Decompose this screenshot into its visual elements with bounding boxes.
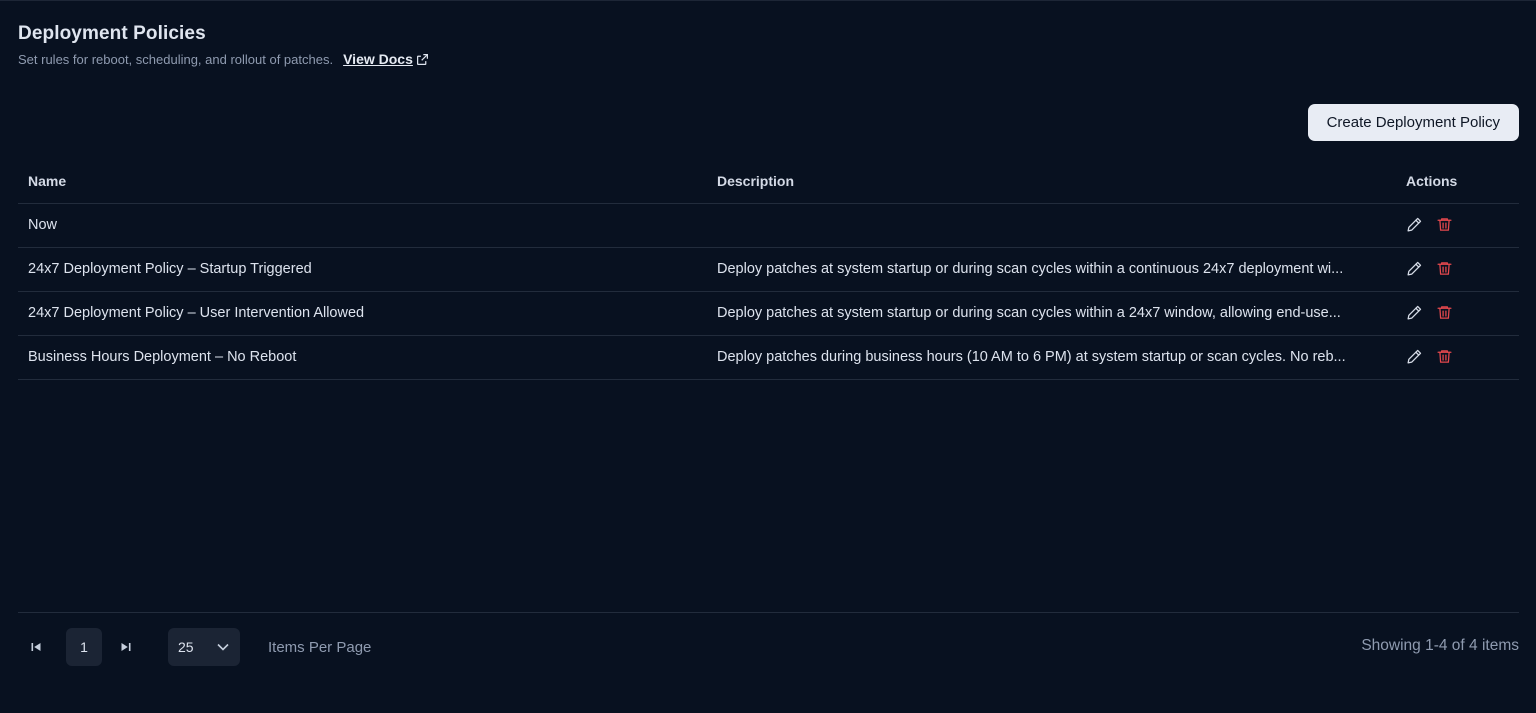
policy-description-cell: Deploy patches during business hours (10… [707, 335, 1396, 380]
policies-table: Name Description Actions Now 24x7 Deploym… [18, 159, 1519, 380]
first-page-icon [30, 641, 42, 653]
row-actions [1406, 216, 1509, 234]
last-page-button[interactable] [108, 628, 144, 666]
external-link-icon [416, 53, 429, 66]
trash-icon[interactable] [1436, 216, 1454, 234]
pagination-controls: 1 25 Items Per Page [18, 628, 371, 666]
pencil-icon[interactable] [1406, 216, 1424, 234]
column-header-actions: Actions [1396, 159, 1519, 204]
items-per-page-value: 25 [178, 639, 194, 655]
policy-description-cell: Deploy patches at system startup or duri… [707, 291, 1396, 336]
items-per-page-label: Items Per Page [268, 638, 372, 656]
page-header: Deployment Policies Set rules for reboot… [18, 23, 429, 67]
trash-icon[interactable] [1436, 348, 1454, 366]
first-page-button[interactable] [18, 628, 54, 666]
row-actions [1406, 348, 1509, 366]
table-row[interactable]: 24x7 Deployment Policy – User Interventi… [18, 291, 1519, 336]
table-row[interactable]: Business Hours Deployment – No Reboot Dep… [18, 335, 1519, 380]
trash-icon[interactable] [1436, 260, 1454, 278]
pagination-footer: 1 25 Items Per Page Showing 1-4 of 4 ite… [18, 612, 1519, 682]
chevron-down-icon [216, 640, 230, 654]
trash-icon[interactable] [1436, 304, 1454, 322]
table-row[interactable]: 24x7 Deployment Policy – Startup Trigger… [18, 247, 1519, 292]
view-docs-label: View Docs [343, 51, 413, 67]
subtitle-row: Set rules for reboot, scheduling, and ro… [18, 51, 429, 67]
policy-actions-cell [1396, 247, 1519, 292]
pencil-icon[interactable] [1406, 260, 1424, 278]
items-per-page-select[interactable]: 25 [168, 628, 240, 666]
create-deployment-policy-button[interactable]: Create Deployment Policy [1307, 104, 1519, 141]
deployment-policies-page: Deployment Policies Set rules for reboot… [0, 0, 1536, 713]
policy-description-cell: Deploy patches at system startup or duri… [707, 247, 1396, 292]
table-row[interactable]: Now [18, 203, 1519, 248]
row-actions [1406, 304, 1509, 322]
pencil-icon[interactable] [1406, 304, 1424, 322]
column-header-name[interactable]: Name [18, 159, 707, 204]
policy-description-cell [707, 203, 1396, 248]
policy-name-cell: 24x7 Deployment Policy – Startup Trigger… [18, 247, 707, 292]
page-title: Deployment Policies [18, 23, 206, 44]
column-header-description[interactable]: Description [707, 159, 1396, 204]
showing-count: Showing 1-4 of 4 items [1361, 637, 1519, 654]
page-number-button[interactable]: 1 [66, 628, 102, 666]
pencil-icon[interactable] [1406, 348, 1424, 366]
view-docs-link[interactable]: View Docs [343, 51, 429, 67]
table-header-row: Name Description Actions [18, 159, 1519, 204]
page-subtitle: Set rules for reboot, scheduling, and ro… [18, 51, 334, 67]
policy-name-cell: Now [18, 203, 707, 248]
policy-name-cell: Business Hours Deployment – No Reboot [18, 335, 707, 380]
policy-actions-cell [1396, 291, 1519, 336]
policy-name-cell: 24x7 Deployment Policy – User Interventi… [18, 291, 707, 336]
row-actions [1406, 260, 1509, 278]
policy-actions-cell [1396, 203, 1519, 248]
policy-actions-cell [1396, 335, 1519, 380]
last-page-icon [120, 641, 132, 653]
